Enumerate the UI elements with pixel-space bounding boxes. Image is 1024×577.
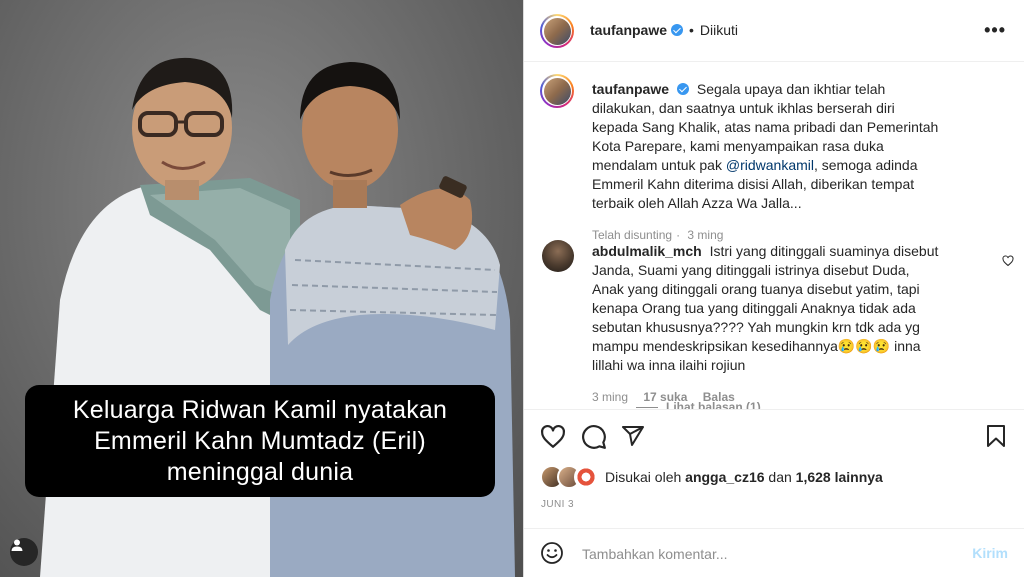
user-tag-button[interactable] (10, 538, 38, 566)
post-comment-button[interactable]: Kirim (972, 545, 1008, 561)
post-photo[interactable]: Keluarga Ridwan Kamil nyatakan Emmeril K… (0, 0, 523, 577)
post-caption: taufanpawe Segala upaya dan ikhtiar tela… (540, 74, 1010, 245)
verified-icon (677, 83, 690, 95)
comment-time[interactable]: 3 ming (592, 390, 628, 404)
post-panel: taufanpawe • Diikuti ••• taufanpawe Sega… (523, 0, 1024, 577)
commenter-username[interactable]: abdulmalik_mch (592, 243, 702, 259)
comment-input[interactable] (580, 541, 944, 567)
header-identity: taufanpawe • Diikuti (590, 22, 738, 38)
emoji-icon (541, 542, 563, 564)
commenter-avatar[interactable] (542, 240, 574, 272)
share-icon (622, 426, 644, 446)
photo-caption: Keluarga Ridwan Kamil nyatakan Emmeril K… (25, 385, 495, 497)
heart-icon (1002, 255, 1014, 267)
comment-text: Istri yang ditinggali suaminya disebut J… (592, 243, 939, 373)
add-comment-bar: Kirim (524, 528, 1024, 577)
comment-button[interactable] (581, 424, 607, 455)
verified-icon (671, 24, 684, 36)
post-date[interactable]: JUNI 3 (541, 499, 574, 510)
more-options-button[interactable]: ••• (984, 20, 1006, 41)
follow-status-button[interactable]: Diikuti (700, 22, 738, 38)
share-button[interactable] (621, 424, 645, 453)
like-button[interactable] (540, 424, 566, 455)
post-header: taufanpawe • Diikuti ••• (524, 0, 1024, 62)
separator-dot: • (689, 22, 694, 38)
mention-link[interactable]: @ridwankamil (726, 157, 814, 173)
author-avatar[interactable] (540, 14, 574, 48)
likes-summary: Disukai oleh angga_cz16 dan 1,628 lainny… (540, 465, 883, 489)
likes-middle: dan (768, 469, 792, 485)
comment-like-button[interactable] (1002, 254, 1014, 272)
bookmark-icon (987, 425, 1005, 447)
emoji-button[interactable] (540, 541, 564, 570)
action-bar (524, 420, 1024, 454)
heart-icon (541, 424, 565, 448)
caption-author-avatar[interactable] (540, 74, 574, 108)
caption-username[interactable]: taufanpawe (592, 81, 669, 97)
view-replies-button[interactable]: Lihat balasan (1) (636, 400, 761, 409)
user-tag-icon (11, 539, 23, 551)
liker-avatar[interactable] (574, 465, 598, 489)
likes-prefix: Disukai oleh (605, 469, 682, 485)
more-icon: ••• (984, 20, 1006, 40)
comments-scroll[interactable]: taufanpawe Segala upaya dan ikhtiar tela… (524, 62, 1024, 410)
author-username[interactable]: taufanpawe (590, 22, 667, 38)
comment-icon (582, 425, 606, 449)
likes-count[interactable]: 1,628 lainnya (796, 469, 883, 485)
liker-username[interactable]: angga_cz16 (685, 469, 764, 485)
comment-item: abdulmalik_mch Istri yang ditinggali sua… (540, 240, 1014, 407)
save-button[interactable] (984, 424, 1008, 453)
